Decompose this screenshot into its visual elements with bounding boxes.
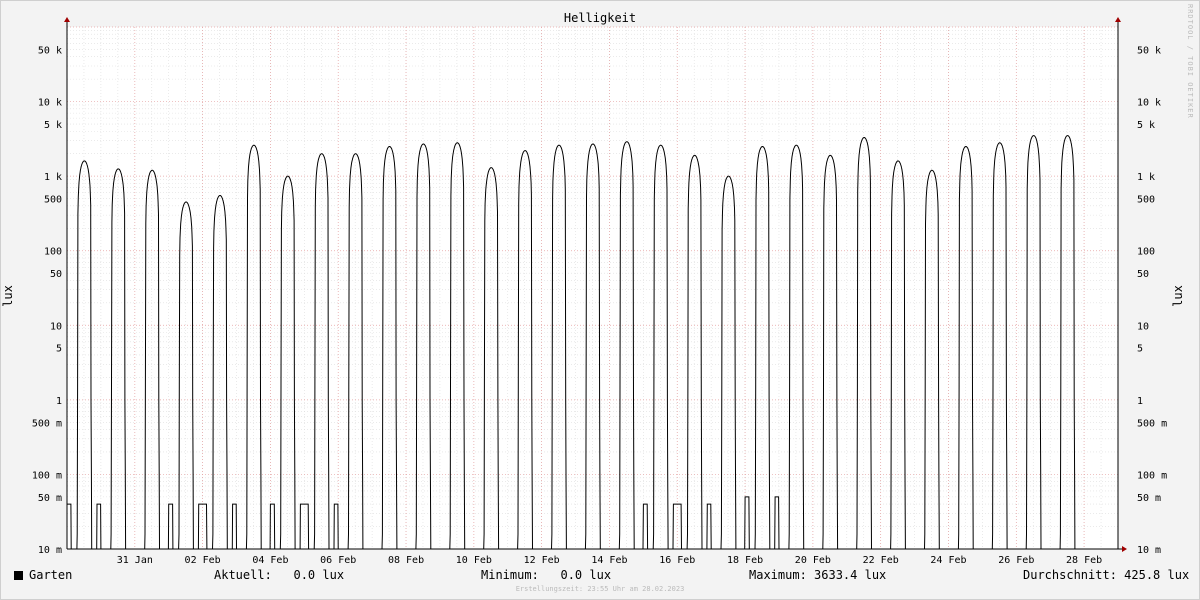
durchschnitt-label: Durchschnitt:: [1023, 568, 1117, 582]
y-tick-label-left: 5 k: [44, 120, 62, 131]
legend-minimum: Minimum: 0.0 lux: [481, 568, 611, 582]
legend-series-name: Garten: [29, 568, 73, 582]
x-tick-label: 26 Feb: [998, 555, 1034, 566]
durchschnitt-value: 425.8 lux: [1124, 568, 1190, 582]
chart-plot: 31 Jan 02 Feb 04 Feb 06 Feb 08 Feb 10 Feb 12 F…: [32, 17, 1167, 566]
x-tick-label: 31 Jan: [117, 555, 153, 566]
legend-entry-garten: Garten: [14, 568, 72, 582]
y-tick-label-left: 100: [44, 247, 62, 258]
y-tick-label-right: 1 k: [1137, 172, 1155, 183]
y-tick-label-left: 10: [50, 321, 62, 332]
y-tick-label-left: 1: [56, 396, 62, 407]
x-tick-label: 02 Feb: [185, 555, 221, 566]
y-tick-label-left: 500 m: [32, 418, 62, 429]
legend-maximum: Maximum: 3633.4 lux: [749, 568, 886, 582]
legend-durchschnitt: Durchschnitt: 425.8 lux: [1023, 568, 1189, 582]
y-tick-label-right: 50: [1137, 269, 1149, 280]
y-tick-label-right: 5: [1137, 344, 1143, 355]
creation-time-footer: Erstellungszeit: 23:55 Uhr am 28.02.2023: [515, 585, 685, 593]
y-tick-label-right: 10: [1137, 321, 1149, 332]
minimum-label: Minimum:: [481, 568, 539, 582]
y-tick-label-right: 50 m: [1137, 493, 1161, 504]
y-tick-label-left: 100 m: [32, 470, 62, 481]
y-tick-label-right: 100: [1137, 247, 1155, 258]
legend-aktuell: Aktuell: 0.0 lux: [214, 568, 344, 582]
x-tick-label: 08 Feb: [388, 555, 424, 566]
maximum-value: 3633.4 lux: [814, 568, 887, 582]
y-axis-arrow-right: [1115, 17, 1121, 22]
y-tick-label-left: 1 k: [44, 172, 62, 183]
x-tick-label: 04 Feb: [252, 555, 288, 566]
y-tick-label-right: 500 m: [1137, 418, 1167, 429]
legend-swatch: [14, 571, 23, 580]
x-tick-label: 22 Feb: [863, 555, 899, 566]
y-tick-label-left: 10 k: [38, 98, 62, 109]
x-tick-label: 06 Feb: [320, 555, 356, 566]
x-tick-label: 12 Feb: [524, 555, 560, 566]
minimum-value: 0.0 lux: [560, 568, 612, 582]
y-tick-label-left: 500: [44, 195, 62, 206]
y-tick-label-right: 50 k: [1137, 45, 1161, 56]
y-tick-label-left: 10 m: [38, 545, 62, 556]
x-tick-label: 18 Feb: [727, 555, 763, 566]
x-tick-label: 10 Feb: [456, 555, 492, 566]
y-tick-label-right: 100 m: [1137, 470, 1167, 481]
y-tick-label-right: 5 k: [1137, 120, 1155, 131]
x-tick-label: 24 Feb: [930, 555, 966, 566]
y-tick-label-right: 10 k: [1137, 98, 1161, 109]
aktuell-value: 0.0 lux: [293, 568, 345, 582]
y-tick-label-right: 10 m: [1137, 545, 1161, 556]
x-axis-arrow: [1122, 546, 1127, 552]
y-tick-label-left: 50 k: [38, 45, 62, 56]
y-axis-arrow-left: [64, 17, 70, 22]
y-tick-label-right: 1: [1137, 396, 1143, 407]
maximum-label: Maximum:: [749, 568, 807, 582]
x-tick-label: 14 Feb: [591, 555, 627, 566]
aktuell-label: Aktuell:: [214, 568, 272, 582]
y-tick-label-right: 500: [1137, 195, 1155, 206]
y-tick-label-left: 50: [50, 269, 62, 280]
x-tick-label: 20 Feb: [795, 555, 831, 566]
x-tick-label: 28 Feb: [1066, 555, 1102, 566]
y-tick-label-left: 50 m: [38, 493, 62, 504]
x-tick-label: 16 Feb: [659, 555, 695, 566]
y-tick-label-left: 5: [56, 344, 62, 355]
